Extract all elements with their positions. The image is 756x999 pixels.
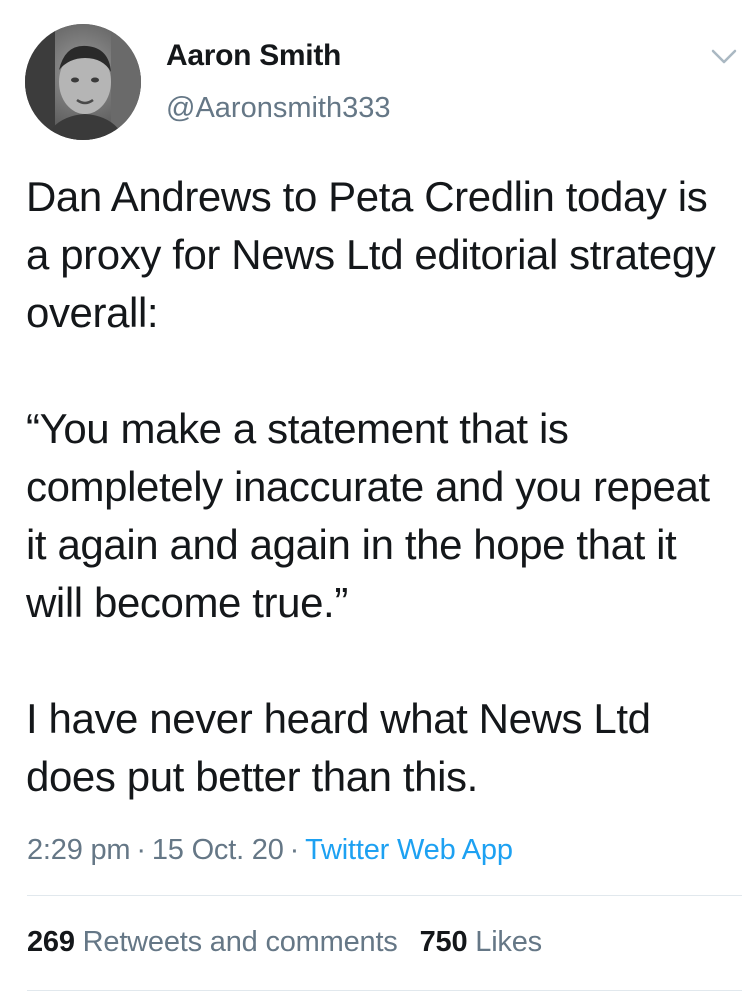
tweet-paragraph: “You make a statement that is completely… [26,405,710,626]
author-handle[interactable]: @Aaronsmith333 [166,90,391,126]
meta-separator: · [289,834,300,866]
meta-separator: · [136,834,146,866]
retweets-label: Retweets and comments [82,926,398,958]
author-display-name[interactable]: Aaron Smith [166,38,341,74]
divider [27,895,742,896]
retweets-stat[interactable]: 269 Retweets and comments [27,922,398,962]
avatar[interactable] [25,24,141,140]
tweet-text: Dan Andrews to Peta Credlin today is a p… [26,168,741,806]
likes-stat[interactable]: 750 Likes [419,922,543,962]
tweet-header: Aaron Smith @Aaronsmith333 [0,0,756,150]
tweet-date[interactable]: 15 Oct. 20 [152,834,284,866]
more-options-button[interactable] [706,42,742,72]
likes-count: 750 [419,926,468,958]
tweet-source-link[interactable]: Twitter Web App [305,834,513,866]
tweet-time[interactable]: 2:29 pm [27,834,131,866]
divider [27,990,742,991]
retweets-count: 269 [27,926,75,958]
avatar-photo [25,24,141,140]
likes-label: Likes [475,926,542,958]
tweet-paragraph: Dan Andrews to Peta Credlin today is a p… [26,173,716,336]
chevron-down-icon [711,49,737,64]
tweet-meta: 2:29 pm · 15 Oct. 20 · Twitter Web App [27,830,513,870]
tweet-paragraph: I have never heard what News Ltd does pu… [26,695,651,800]
tweet-stats: 269 Retweets and comments 750 Likes [27,922,542,962]
